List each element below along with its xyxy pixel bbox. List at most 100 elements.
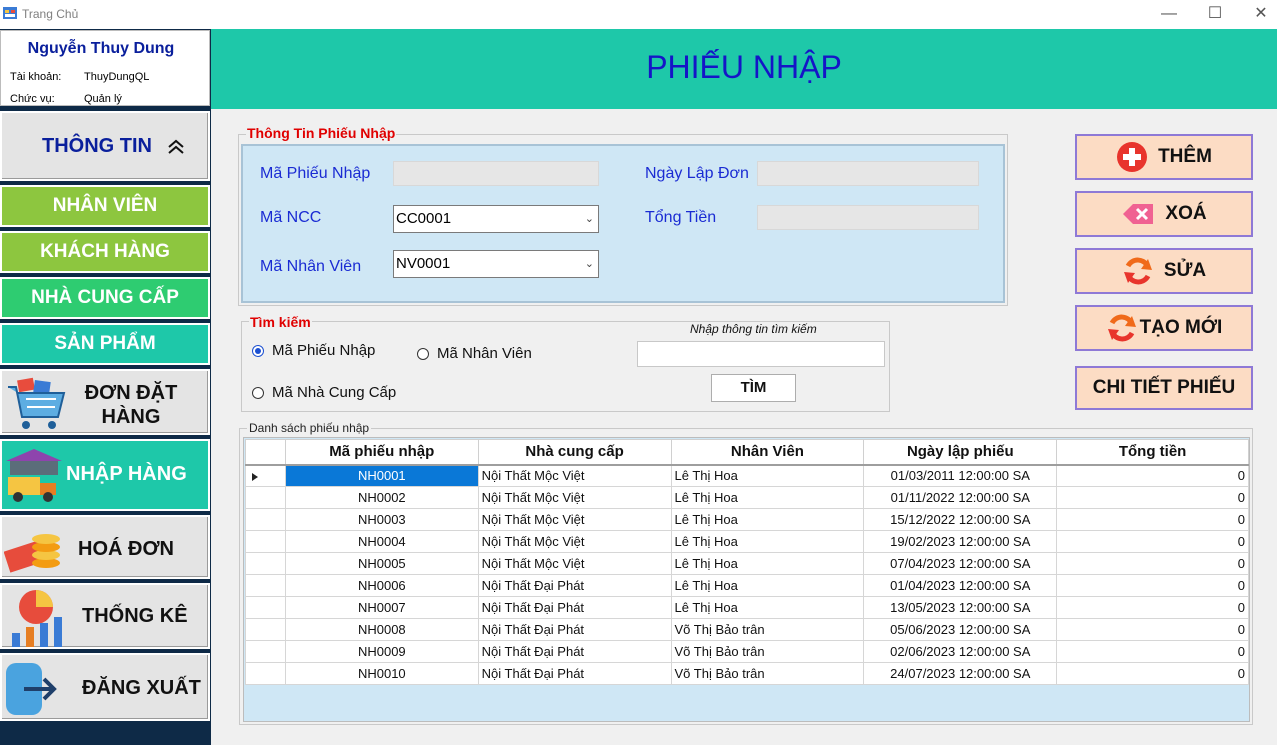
ma-phieu-field[interactable] <box>393 161 599 186</box>
table-cell[interactable]: NH0003 <box>284 508 479 531</box>
nav-customers[interactable]: KHÁCH HÀNG <box>0 231 210 273</box>
ngay-lap-field[interactable] <box>757 161 979 186</box>
row-header[interactable] <box>245 662 286 685</box>
table-cell[interactable]: Lê Thị Hoa <box>670 464 865 487</box>
ma-nv-combo[interactable]: NV0001 ⌄ <box>393 250 599 278</box>
row-header[interactable] <box>245 530 286 553</box>
table-cell[interactable]: NH0005 <box>284 552 479 575</box>
table-cell[interactable]: Lê Thị Hoa <box>670 574 865 597</box>
table-cell[interactable]: 19/02/2023 12:00:00 SA <box>863 530 1058 553</box>
nav-info[interactable]: THÔNG TIN <box>0 111 210 181</box>
table-row[interactable]: NH0009 Nội Thất Đại Phát Võ Thị Bảo trân 02… <box>245 640 1249 663</box>
table-cell[interactable]: NH0010 <box>284 662 479 685</box>
table-cell[interactable]: 05/06/2023 12:00:00 SA <box>863 618 1058 641</box>
col-nhan-vien[interactable]: Nhân Viên <box>670 439 865 466</box>
row-header[interactable] <box>245 574 286 597</box>
nav-suppliers[interactable]: NHÀ CUNG CẤP <box>0 277 210 319</box>
grid-table[interactable]: Mã phiếu nhập Nhà cung cấp Nhân Viên Ngà… <box>245 439 1249 685</box>
maximize-button[interactable]: ☐ <box>1192 0 1238 29</box>
table-cell[interactable]: Lê Thị Hoa <box>670 530 865 553</box>
table-cell[interactable]: Nội Thất Đại Phát <box>477 662 672 685</box>
table-cell[interactable]: Võ Thị Bảo trân <box>670 640 865 663</box>
row-header[interactable] <box>245 464 286 487</box>
table-cell[interactable]: 0 <box>1056 530 1249 553</box>
data-grid[interactable]: Mã phiếu nhập Nhà cung cấp Nhân Viên Ngà… <box>243 437 1250 722</box>
table-cell[interactable]: NH0006 <box>284 574 479 597</box>
table-row[interactable]: NH0002 Nội Thất Mộc Việt Lê Thị Hoa 01/11/2… <box>245 486 1249 509</box>
table-cell[interactable]: 0 <box>1056 552 1249 575</box>
nav-orders[interactable]: ĐƠN ĐẶT HÀNG <box>0 369 210 435</box>
table-row[interactable]: NH0003 Nội Thất Mộc Việt Lê Thị Hoa 15/12/2… <box>245 508 1249 531</box>
table-cell[interactable]: 0 <box>1056 618 1249 641</box>
delete-button[interactable]: XOÁ <box>1075 191 1253 237</box>
table-cell[interactable]: NH0004 <box>284 530 479 553</box>
table-cell[interactable]: Nội Thất Đại Phát <box>477 596 672 619</box>
row-header[interactable] <box>245 486 286 509</box>
table-cell[interactable]: 0 <box>1056 596 1249 619</box>
table-cell[interactable]: Võ Thị Bảo trân <box>670 618 865 641</box>
table-cell[interactable]: 01/11/2022 12:00:00 SA <box>863 486 1058 509</box>
table-cell[interactable]: 02/06/2023 12:00:00 SA <box>863 640 1058 663</box>
table-cell[interactable]: Nội Thất Mộc Việt <box>477 464 672 487</box>
table-cell[interactable]: 15/12/2022 12:00:00 SA <box>863 508 1058 531</box>
row-header[interactable] <box>245 508 286 531</box>
table-cell[interactable]: 0 <box>1056 508 1249 531</box>
row-header[interactable] <box>245 596 286 619</box>
search-input[interactable] <box>637 341 885 367</box>
table-row[interactable]: NH0007 Nội Thất Đại Phát Lê Thị Hoa 13/05/2… <box>245 596 1249 619</box>
row-header[interactable] <box>245 618 286 641</box>
table-cell[interactable]: 07/04/2023 12:00:00 SA <box>863 552 1058 575</box>
table-cell[interactable]: NH0002 <box>284 486 479 509</box>
nav-logout[interactable]: ĐĂNG XUẤT <box>0 653 210 721</box>
table-row[interactable]: NH0005 Nội Thất Mộc Việt Lê Thị Hoa 07/04/2… <box>245 552 1249 575</box>
table-row[interactable]: NH0006 Nội Thất Đại Phát Lê Thị Hoa 01/04/2… <box>245 574 1249 597</box>
table-cell[interactable]: 01/04/2023 12:00:00 SA <box>863 574 1058 597</box>
table-cell[interactable]: Nội Thất Mộc Việt <box>477 530 672 553</box>
col-ncc[interactable]: Nhà cung cấp <box>477 439 672 466</box>
table-cell[interactable]: Lê Thị Hoa <box>670 552 865 575</box>
table-cell[interactable]: Nội Thất Đại Phát <box>477 618 672 641</box>
radio-ma-nv[interactable]: Mã Nhân Viên <box>417 345 532 362</box>
nav-staff[interactable]: NHÂN VIÊN <box>0 185 210 227</box>
detail-button[interactable]: CHI TIẾT PHIẾU <box>1075 366 1253 410</box>
table-row[interactable]: NH0004 Nội Thất Mộc Việt Lê Thị Hoa 19/02/2… <box>245 530 1249 553</box>
table-cell[interactable]: 24/07/2023 12:00:00 SA <box>863 662 1058 685</box>
table-cell[interactable]: Lê Thị Hoa <box>670 596 865 619</box>
close-button[interactable]: ✕ <box>1238 0 1277 29</box>
nav-invoices[interactable]: HOÁ ĐƠN <box>0 515 210 579</box>
col-tong-tien[interactable]: Tổng tiền <box>1056 439 1249 466</box>
row-header[interactable] <box>245 640 286 663</box>
table-cell[interactable]: NH0008 <box>284 618 479 641</box>
col-ngay-lap[interactable]: Ngày lập phiếu <box>863 439 1058 466</box>
table-cell[interactable]: NH0007 <box>284 596 479 619</box>
table-row[interactable]: NH0001 Nội Thất Mộc Việt Lê Thị Hoa 01/03/2… <box>245 464 1249 487</box>
table-cell[interactable]: 01/03/2011 12:00:00 SA <box>863 464 1058 487</box>
nav-imports[interactable]: NHẬP HÀNG <box>0 439 210 511</box>
table-cell[interactable]: Nội Thất Đại Phát <box>477 574 672 597</box>
table-cell[interactable]: 13/05/2023 12:00:00 SA <box>863 596 1058 619</box>
radio-ma-phieu[interactable]: Mã Phiếu Nhập <box>252 342 375 359</box>
table-cell[interactable]: Lê Thị Hoa <box>670 486 865 509</box>
nav-products[interactable]: SẢN PHẨM <box>0 323 210 365</box>
table-cell[interactable]: 0 <box>1056 486 1249 509</box>
tong-tien-field[interactable] <box>757 205 979 230</box>
table-cell[interactable]: Nội Thất Mộc Việt <box>477 486 672 509</box>
table-cell[interactable]: NH0009 <box>284 640 479 663</box>
table-row[interactable]: NH0008 Nội Thất Đại Phát Võ Thị Bảo trân 05… <box>245 618 1249 641</box>
table-cell[interactable]: Nội Thất Đại Phát <box>477 640 672 663</box>
radio-ma-ncc[interactable]: Mã Nhà Cung Cấp <box>252 384 396 401</box>
row-header[interactable] <box>245 552 286 575</box>
search-button[interactable]: TÌM <box>711 374 796 402</box>
nav-stats[interactable]: THỐNG KÊ <box>0 583 210 649</box>
table-cell[interactable]: Lê Thị Hoa <box>670 508 865 531</box>
table-cell[interactable]: 0 <box>1056 574 1249 597</box>
table-row[interactable]: NH0010 Nội Thất Đại Phát Võ Thị Bảo trân 24… <box>245 662 1249 685</box>
edit-button[interactable]: SỬA <box>1075 248 1253 294</box>
table-cell[interactable]: NH0001 <box>284 464 479 487</box>
minimize-button[interactable]: — <box>1146 0 1192 29</box>
table-cell[interactable]: 0 <box>1056 662 1249 685</box>
table-cell[interactable]: 0 <box>1056 464 1249 487</box>
table-cell[interactable]: Võ Thị Bảo trân <box>670 662 865 685</box>
new-button[interactable]: TẠO MỚI <box>1075 305 1253 351</box>
table-cell[interactable]: Nội Thất Mộc Việt <box>477 508 672 531</box>
